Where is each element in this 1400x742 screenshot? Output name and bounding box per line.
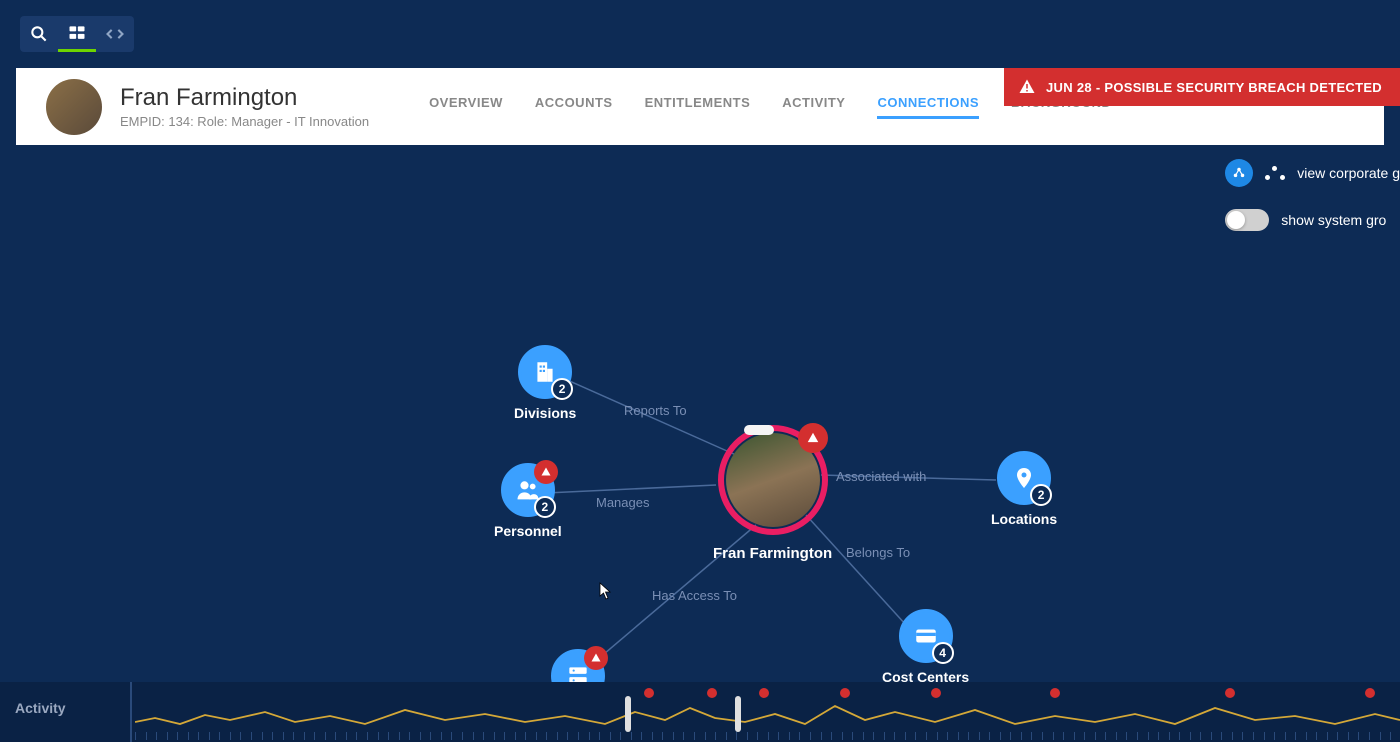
person-info: Fran Farmington EMPID: 134: Role: Manage… (120, 84, 369, 129)
tab-overview[interactable]: OVERVIEW (429, 95, 503, 119)
toolbar-mode-group (20, 16, 134, 52)
node-personnel[interactable]: 2 Personnel (494, 463, 562, 539)
search-icon[interactable] (20, 16, 58, 52)
timeline-event-dot[interactable] (840, 688, 850, 698)
edge-label-belongs-to: Belongs To (846, 545, 910, 560)
timeline-events (0, 688, 1400, 700)
edge-label-has-access-to: Has Access To (652, 588, 737, 603)
edge-label-associated-with: Associated with (836, 469, 926, 484)
tab-activity[interactable]: ACTIVITY (782, 95, 845, 119)
graph-side-controls: view corporate g show system gro (1225, 159, 1400, 231)
corporate-solid-icon (1225, 159, 1253, 187)
timeline-handle-end[interactable] (735, 696, 741, 732)
show-system-label: show system gro (1281, 212, 1386, 228)
alert-badge (534, 460, 558, 484)
tab-connections[interactable]: CONNECTIONS (877, 95, 979, 119)
show-system-row: show system gro (1225, 209, 1386, 231)
center-label: Fran Farmington (713, 545, 832, 562)
alert-triangle-icon (590, 652, 602, 664)
node-cost-centers[interactable]: 4 Cost Centers (882, 609, 969, 685)
security-alert-banner[interactable]: JUN 28 - POSSIBLE SECURITY BREACH DETECT… (1004, 68, 1400, 106)
node-center-person[interactable]: Fran Farmington (713, 425, 832, 562)
alert-triangle-icon (540, 466, 552, 478)
count-badge: 2 (1030, 484, 1052, 506)
alert-badge (798, 423, 828, 453)
hierarchy-icon (1265, 166, 1285, 180)
node-label: Locations (991, 511, 1057, 527)
timeline-event-dot[interactable] (931, 688, 941, 698)
tab-entitlements[interactable]: ENTITLEMENTS (645, 95, 751, 119)
timeline-event-dot[interactable] (1365, 688, 1375, 698)
alert-triangle-icon (1018, 78, 1036, 96)
timeline-event-dot[interactable] (707, 688, 717, 698)
alert-badge (584, 646, 608, 670)
connections-graph[interactable]: Reports To Manages Has Access To Associa… (16, 145, 1400, 682)
count-badge: 2 (551, 378, 573, 400)
person-name: Fran Farmington (120, 84, 369, 112)
avatar (46, 79, 102, 135)
edge-label-manages: Manages (596, 495, 649, 510)
timeline-handle-start[interactable] (625, 696, 631, 732)
edge-label-reports-to: Reports To (624, 403, 687, 418)
count-badge: 4 (932, 642, 954, 664)
node-divisions[interactable]: 2 Divisions (514, 345, 576, 421)
timeline-event-dot[interactable] (759, 688, 769, 698)
code-view-icon[interactable] (96, 16, 134, 52)
show-system-toggle[interactable] (1225, 209, 1269, 231)
count-badge: 2 (534, 496, 556, 518)
timeline-ticks (135, 732, 1400, 742)
node-label: Personnel (494, 523, 562, 539)
alert-text: JUN 28 - POSSIBLE SECURITY BREACH DETECT… (1046, 80, 1382, 95)
timeline-event-dot[interactable] (1225, 688, 1235, 698)
view-corporate-row[interactable]: view corporate g (1225, 159, 1400, 187)
node-label: Divisions (514, 405, 576, 421)
activity-timeline[interactable]: Activity (0, 682, 1400, 742)
mouse-cursor (599, 582, 613, 600)
card-view-icon[interactable] (58, 16, 96, 52)
timeline-label: Activity (15, 700, 66, 716)
timeline-event-dot[interactable] (1050, 688, 1060, 698)
timeline-event-dot[interactable] (644, 688, 654, 698)
person-subtitle: EMPID: 134: Role: Manager - IT Innovatio… (120, 114, 369, 129)
node-locations[interactable]: 2 Locations (991, 451, 1057, 527)
view-corporate-label: view corporate g (1297, 165, 1400, 181)
timeline-chart (135, 700, 1400, 728)
alert-triangle-icon (806, 431, 820, 445)
top-toolbar (0, 0, 1400, 68)
tab-accounts[interactable]: ACCOUNTS (535, 95, 613, 119)
